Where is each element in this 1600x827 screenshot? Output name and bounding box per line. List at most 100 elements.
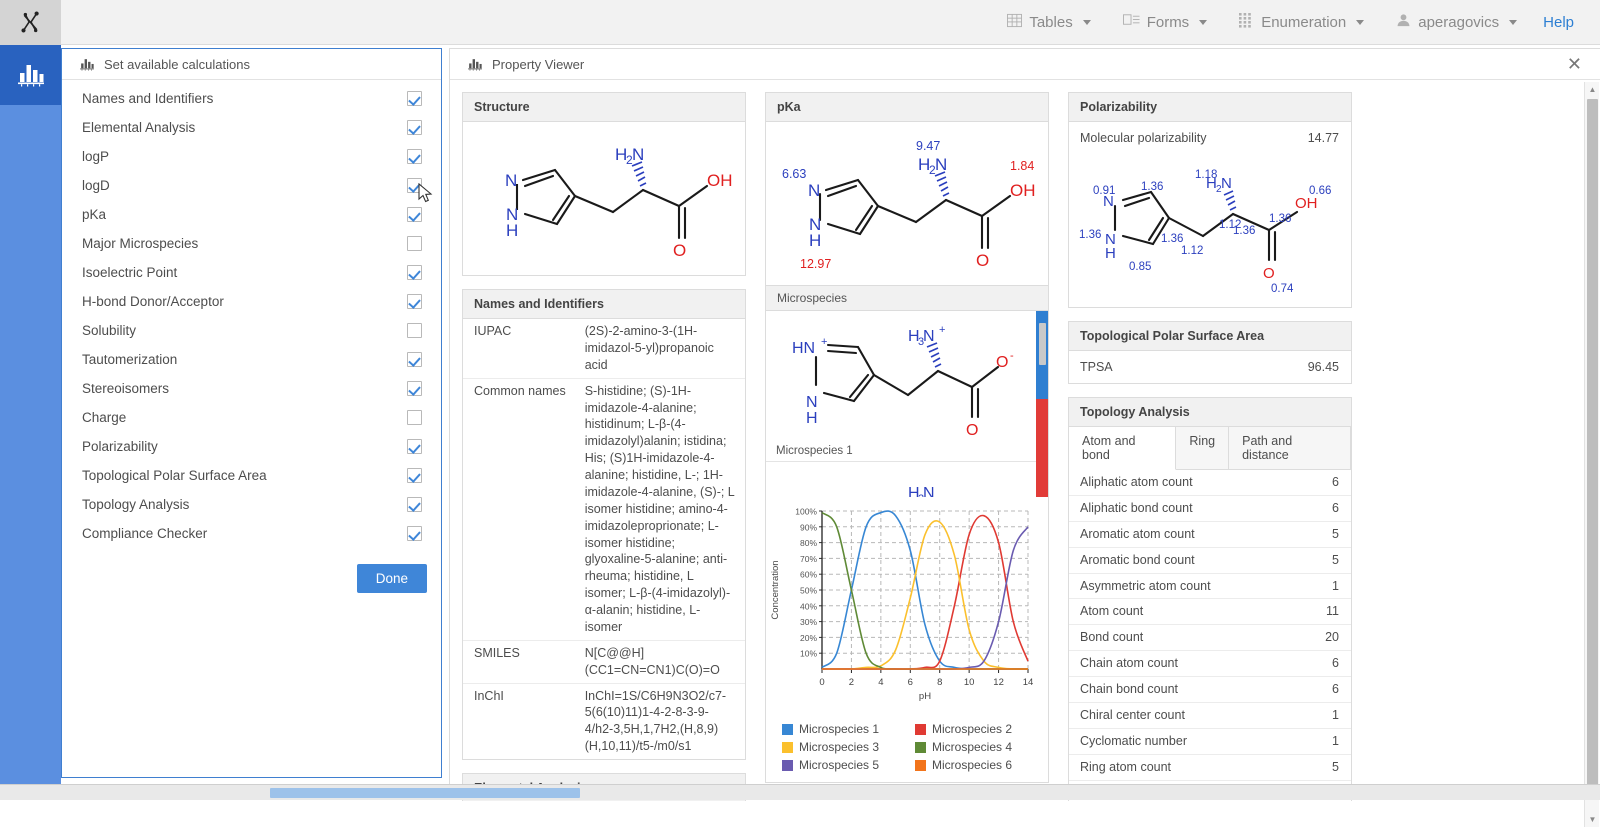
calc-row[interactable]: logP [62,142,441,171]
calc-checkbox[interactable] [407,352,422,367]
done-button-row: Done [62,548,441,593]
bar-chart-icon [16,61,46,89]
table-row: Chiral center count1 [1069,702,1351,728]
microspecies-scroll-area[interactable]: HN + N H H 3 N + O - [766,311,1048,497]
molecular-polarizability-row: Molecular polarizability 14.77 [1069,122,1351,154]
calc-row[interactable]: Stereoisomers [62,374,441,403]
calc-row[interactable]: Compliance Checker [62,519,441,548]
calc-row[interactable]: Major Microspecies [62,229,441,258]
calc-checkbox[interactable] [407,323,422,338]
calc-row[interactable]: Charge [62,403,441,432]
topology-tab[interactable]: Atom and bond [1069,427,1176,470]
nav-user-menu[interactable]: aperagovics [1380,0,1533,45]
molecular-polarizability-value: 14.77 [1308,131,1339,145]
table-row: Chain bond count6 [1069,677,1351,703]
calc-row[interactable]: Elemental Analysis [62,113,441,142]
calc-label: Charge [82,410,126,425]
viewer-vertical-scrollbar[interactable]: ▲ ▼ [1584,82,1599,827]
calc-checkbox[interactable] [407,439,422,454]
svg-text:N: N [935,155,947,174]
tpsa-label: TPSA [1080,360,1113,374]
chart-xtick-label: 4 [878,677,883,688]
chart-legend-item: Microspecies 6 [915,756,1048,774]
user-icon [1396,13,1411,32]
svg-text:H: H [806,410,818,427]
table-row: Aromatic bond count5 [1069,547,1351,573]
microspecies-item-2: N H 2 N - [766,462,1048,497]
calc-row[interactable]: Isoelectric Point [62,258,441,287]
chart-xtick-label: 8 [937,677,942,688]
row-value: InChI=1S/C6H9N3O2/c7-5(6(10)11)1-4-2-8-3… [574,683,745,759]
chart-ytick-label: 80% [800,538,817,548]
calc-checkbox[interactable] [407,526,422,541]
microspecies-2-drawing: N H 2 N - [766,464,1024,497]
chart-legend-item: Microspecies 4 [915,738,1048,756]
calc-checkbox[interactable] [407,120,422,135]
close-icon[interactable]: ✕ [1563,53,1586,75]
app-logo[interactable] [0,0,61,45]
nav-enumeration[interactable]: Enumeration [1223,0,1380,45]
table-row: Ring atom count5 [1069,754,1351,780]
nav-tables[interactable]: Tables [991,0,1106,45]
calc-checkbox[interactable] [407,410,422,425]
grid-dots-icon [1239,13,1254,32]
topology-tab[interactable]: Ring [1176,427,1229,469]
calc-row[interactable]: H-bond Donor/Acceptor [62,287,441,316]
calc-row[interactable]: Topological Polar Surface Area [62,461,441,490]
chart-legend: Microspecies 1Microspecies 2Microspecies… [766,714,1048,776]
legend-swatch [782,724,793,735]
done-button[interactable]: Done [357,564,427,593]
microspecies-scrollbar[interactable] [1036,311,1048,497]
calc-checkbox[interactable] [407,381,422,396]
topology-tab[interactable]: Path and distance [1229,427,1351,469]
row-key: Aliphatic atom count [1069,470,1266,495]
top-bar: Tables Forms [0,0,1600,45]
calc-label: Isoelectric Point [82,265,177,280]
rail-item-calculations[interactable] [0,45,61,105]
row-key: Bond count [1069,625,1266,651]
table-row: SMILESN[C@@H](CC1=CN=CN1)C(O)=O [463,640,745,683]
nav-enumeration-label: Enumeration [1261,14,1346,31]
page-scrollbar-thumb[interactable] [270,788,580,798]
page-horizontal-scrollbar[interactable] [0,784,1600,800]
svg-text:N: N [923,328,935,345]
calc-row[interactable]: pKa [62,200,441,229]
calculation-list: Names and IdentifiersElemental Analysisl… [62,80,441,548]
svg-text:N: N [808,181,820,200]
pka-card: pKa [765,92,1049,783]
microspecies-item-1: HN + N H H 3 N + O - [766,311,1048,462]
calc-checkbox[interactable] [407,178,422,193]
polarizability-atom-value: 1.36 [1161,233,1183,245]
table-row: Cyclomatic number1 [1069,728,1351,754]
help-link[interactable]: Help [1533,14,1586,31]
chart-ytick-label: 30% [800,617,817,627]
calc-checkbox[interactable] [407,265,422,280]
row-value: 6 [1266,651,1351,677]
topology-table: Aliphatic atom count6Aliphatic bond coun… [1069,470,1351,801]
calc-checkbox[interactable] [407,207,422,222]
calc-row[interactable]: Names and Identifiers [62,84,441,113]
calc-checkbox[interactable] [407,497,422,512]
calc-row[interactable]: logD [62,171,441,200]
nav-forms[interactable]: Forms [1107,0,1224,45]
calc-row[interactable]: Topology Analysis [62,490,441,519]
scroll-down-icon[interactable]: ▼ [1585,812,1600,827]
microspecies-scrollbar-thumb[interactable] [1039,323,1046,365]
viewer-scrollbar-thumb[interactable] [1587,99,1598,789]
calc-checkbox[interactable] [407,91,422,106]
svg-text:OH: OH [1010,181,1036,200]
calc-row[interactable]: Polarizability [62,432,441,461]
viewer-column-middle: pKa [765,92,1049,801]
topology-tabs: Atom and bondRingPath and distance [1069,427,1351,470]
calc-checkbox[interactable] [407,294,422,309]
calc-checkbox[interactable] [407,468,422,483]
calc-row[interactable]: Tautomerization [62,345,441,374]
calc-checkbox[interactable] [407,149,422,164]
chevron-down-icon [1199,20,1207,25]
scroll-up-icon[interactable]: ▲ [1585,82,1600,97]
calc-label: Names and Identifiers [82,91,213,106]
calc-checkbox[interactable] [407,236,422,251]
calc-row[interactable]: Solubility [62,316,441,345]
atom-label-h: H [506,221,518,240]
chart-xtick-label: 14 [1023,677,1034,688]
